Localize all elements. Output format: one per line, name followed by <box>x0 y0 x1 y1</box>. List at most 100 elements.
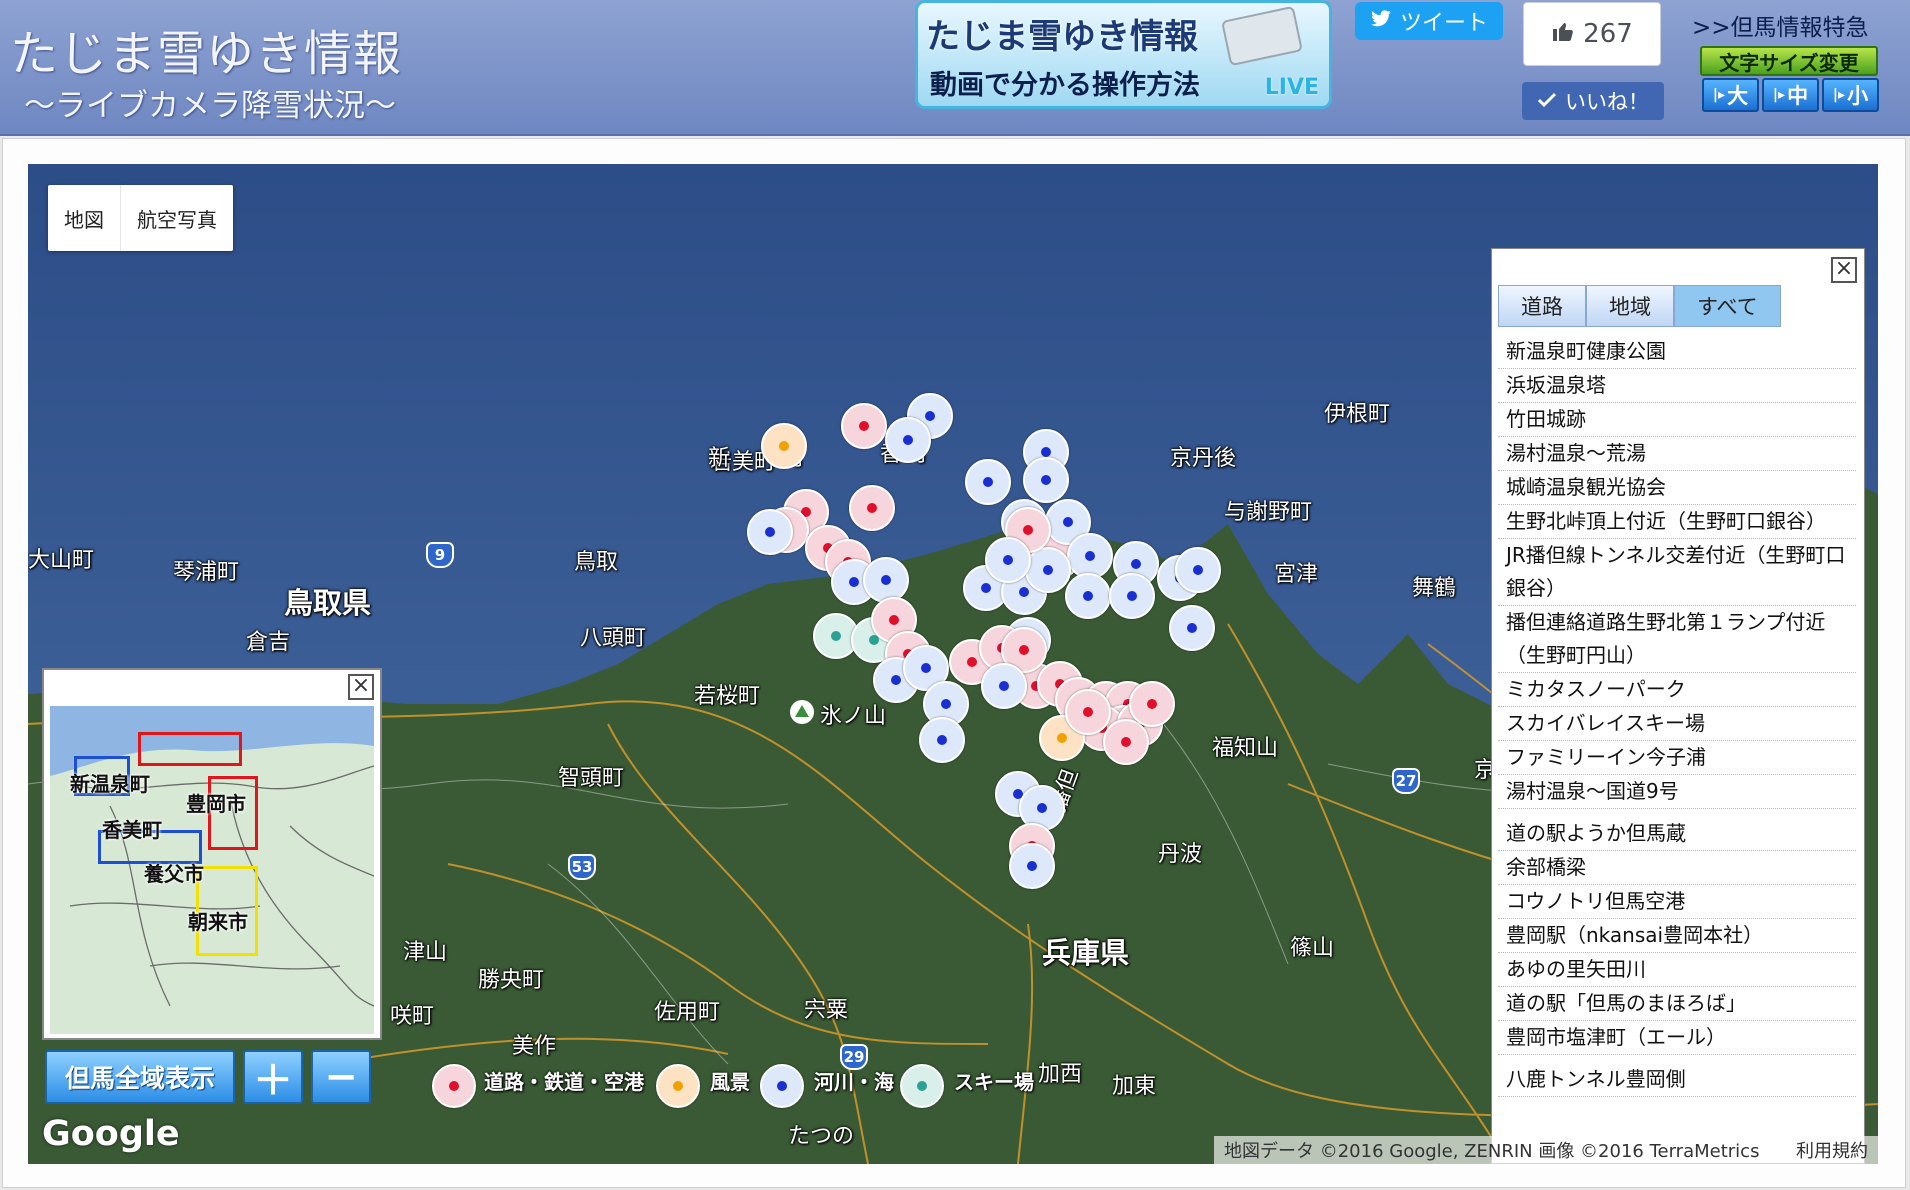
camera-marker[interactable] <box>919 717 965 763</box>
camera-marker[interactable] <box>1025 547 1071 593</box>
camera-list-item[interactable]: 余部橋梁 <box>1498 851 1856 885</box>
place-label: 大山町 <box>28 548 95 573</box>
howto-video-banner[interactable]: たじま雪ゆき情報 動画で分かる操作方法 LIVE <box>915 0 1332 109</box>
place-label: 津山 <box>403 940 448 965</box>
toyooka-region-box[interactable] <box>138 732 242 766</box>
place-label: 八頭町 <box>580 626 647 651</box>
camera-marker[interactable] <box>1175 547 1221 593</box>
place-label: 与謝野町 <box>1224 500 1313 525</box>
place-label: 鳥取 <box>574 550 619 575</box>
tajima-express-link[interactable]: >>但馬情報特急 <box>1692 8 1869 42</box>
place-label: 宮津 <box>1274 562 1319 587</box>
place-label: 伊根町 <box>1324 402 1391 427</box>
camera-marker[interactable] <box>1169 605 1215 651</box>
camera-list-item[interactable]: 豊岡駅（nkansai豊岡本社） <box>1498 919 1856 953</box>
place-label: 咲町 <box>390 1004 435 1029</box>
camera-marker[interactable] <box>1129 681 1175 727</box>
camera-list-item[interactable]: 湯村温泉〜荒湯 <box>1498 437 1856 471</box>
camera-list-item[interactable]: JR播但線トンネル交差付近（生野町口銀谷） <box>1498 539 1856 606</box>
camera-marker[interactable] <box>841 403 887 449</box>
place-label: 美作 <box>512 1034 557 1059</box>
place-label: 新 <box>708 446 731 471</box>
legend-road-label: 道路・鉄道・空港 <box>484 1070 644 1094</box>
place-label: 加東 <box>1112 1074 1157 1099</box>
legend-road-marker <box>432 1064 476 1108</box>
zoom-in-button[interactable]: ＋ <box>243 1050 303 1104</box>
camera-list-item[interactable]: あゆの里矢田川 <box>1498 953 1856 987</box>
thumbs-up-icon <box>1551 19 1575 50</box>
camera-marker[interactable] <box>1109 573 1155 619</box>
legend-ski-marker <box>900 1064 944 1108</box>
camera-list-item[interactable]: 新温泉町健康公園 <box>1498 335 1856 369</box>
camera-list-item[interactable]: 湯村温泉〜国道9号 <box>1498 775 1856 809</box>
camera-list-item[interactable]: 八鹿トンネル豊岡側 <box>1498 1063 1856 1097</box>
camera-list-item[interactable]: 道の駅ようか但馬蔵 <box>1498 817 1856 851</box>
terms-link[interactable]: 利用規約 <box>1796 1137 1868 1163</box>
map-type-map-button[interactable]: 地図 <box>48 185 120 251</box>
camera-marker[interactable] <box>885 417 931 463</box>
camera-icon <box>1221 5 1303 67</box>
tab-road[interactable]: 道路 <box>1498 285 1586 327</box>
tweet-button[interactable]: ツイート <box>1355 2 1503 40</box>
map-canvas[interactable]: 地図 航空写真 岩美町 大山町 琴浦町 鳥取 鳥取県 倉吉 八頭町 若桜町 氷ノ… <box>28 164 1878 1164</box>
camera-marker[interactable] <box>985 537 1031 583</box>
place-label: 若桜町 <box>694 684 761 709</box>
camera-marker[interactable] <box>747 509 793 555</box>
camera-list-item[interactable]: ファミリーイン今子浦 <box>1498 741 1856 775</box>
camera-marker[interactable] <box>1009 843 1055 889</box>
place-label: 佐用町 <box>654 1000 721 1025</box>
google-logo: Google <box>42 1114 180 1154</box>
place-label: 京丹後 <box>1170 446 1237 471</box>
camera-marker[interactable] <box>863 557 909 603</box>
camera-marker[interactable] <box>761 423 807 469</box>
inset-label: 朝来市 <box>188 910 248 934</box>
legend-ski-label: スキー場 <box>954 1070 1034 1094</box>
camera-list-item[interactable]: 竹田城跡 <box>1498 403 1856 437</box>
show-all-tajima-button[interactable]: 但馬全域表示 <box>45 1050 235 1104</box>
camera-marker[interactable] <box>1065 689 1111 735</box>
tab-area[interactable]: 地域 <box>1586 285 1674 327</box>
inset-label: 養父市 <box>144 862 204 886</box>
camera-list-item[interactable]: 生野北峠頂上付近（生野町口銀谷） <box>1498 505 1856 539</box>
camera-marker[interactable] <box>965 459 1011 505</box>
camera-list-item[interactable]: コウノトリ但馬空港 <box>1498 885 1856 919</box>
camera-marker[interactable] <box>1023 457 1069 503</box>
zoom-out-button[interactable]: − <box>311 1050 371 1104</box>
camera-list-item[interactable]: スカイバレイスキー場 <box>1498 707 1856 741</box>
camera-marker[interactable] <box>849 485 895 531</box>
tweet-label: ツイート <box>1399 11 1488 36</box>
camera-list-item[interactable]: 道の駅「但馬のまほろば」 <box>1498 987 1856 1021</box>
font-size-medium-button[interactable]: |▸ 中 <box>1762 78 1819 112</box>
map-type-control: 地図 航空写真 <box>48 185 233 251</box>
tab-all[interactable]: すべて <box>1674 285 1781 327</box>
like-button[interactable]: いいね！ <box>1522 82 1664 120</box>
place-label: 加西 <box>1038 1062 1083 1087</box>
camera-list-item[interactable]: 播但連絡道路生野北第１ランプ付近（生野町円山） <box>1498 606 1856 673</box>
camera-list-item[interactable]: 豊岡市塩津町（エール） <box>1498 1021 1856 1055</box>
inset-label: 新温泉町 <box>70 772 150 796</box>
camera-marker[interactable] <box>1103 719 1149 765</box>
site-title[interactable]: たじま雪ゆき情報 <box>10 14 402 84</box>
font-size-large-button[interactable]: |▸ 大 <box>1702 78 1759 112</box>
close-icon[interactable]: × <box>348 674 374 700</box>
camera-list-item[interactable]: 城崎温泉観光協会 <box>1498 471 1856 505</box>
banner-title: たじま雪ゆき情報 <box>926 17 1198 57</box>
place-label: 宍粟 <box>804 998 849 1023</box>
place-label: 篠山 <box>1290 936 1335 961</box>
place-label: 兵庫県 <box>1042 936 1130 970</box>
camera-list-item[interactable]: ミカタスノーパーク <box>1498 673 1856 707</box>
place-label: 智頭町 <box>558 766 625 791</box>
camera-list-item[interactable]: 浜坂温泉塔 <box>1498 369 1856 403</box>
overview-map[interactable]: 新温泉町 豊岡市 香美町 養父市 朝来市 <box>50 706 374 1034</box>
close-icon[interactable]: × <box>1831 257 1857 283</box>
place-label: 舞鶴 <box>1412 576 1457 601</box>
inset-label: 豊岡市 <box>186 792 246 816</box>
map-type-satellite-button[interactable]: 航空写真 <box>120 185 233 251</box>
font-size-small-button[interactable]: |▸ 小 <box>1822 78 1879 112</box>
place-label: 勝央町 <box>478 968 545 993</box>
like-label: いいね！ <box>1565 90 1649 114</box>
place-label: 倉吉 <box>246 630 291 655</box>
camera-marker[interactable] <box>981 663 1027 709</box>
like-count-box: 267 <box>1523 2 1661 66</box>
camera-marker[interactable] <box>1065 573 1111 619</box>
